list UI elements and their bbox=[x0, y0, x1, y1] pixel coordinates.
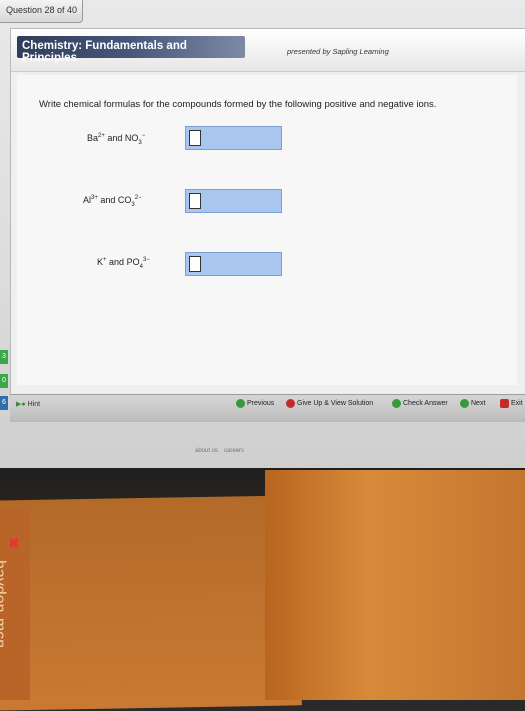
about-us-link[interactable]: about us bbox=[195, 448, 218, 462]
question-item-2: Al3+ and CO32− bbox=[83, 195, 142, 208]
anion-charge: − bbox=[141, 133, 146, 139]
course-banner: Chemistry: Fundamentals and Principles bbox=[17, 36, 245, 64]
anion-symbol: CO bbox=[117, 195, 132, 205]
exit-label: Exit bbox=[511, 400, 523, 407]
next-button[interactable]: Next bbox=[460, 399, 485, 408]
course-title: Chemistry: Fundamentals and Principles bbox=[22, 40, 187, 64]
previous-icon bbox=[236, 399, 245, 408]
question-item-1: Ba2+ and NO3− bbox=[87, 133, 145, 146]
cation-charge: 2+ bbox=[98, 133, 105, 139]
textbook bbox=[0, 495, 302, 711]
anion-symbol: PO bbox=[126, 257, 140, 267]
give-up-icon bbox=[286, 399, 295, 408]
hint-arrow-icon: ▶● bbox=[16, 401, 26, 408]
careers-link[interactable]: careers bbox=[224, 448, 244, 462]
instructions-text: Write chemical formulas for the compound… bbox=[39, 99, 437, 110]
next-label: Next bbox=[471, 400, 486, 407]
previous-label: Previous bbox=[247, 400, 275, 407]
question-toolbar: ▶● Hint Previous Give Up & View Solution… bbox=[10, 394, 525, 421]
exit-button[interactable]: Exit bbox=[500, 399, 523, 408]
answer-box-2[interactable] bbox=[185, 189, 282, 213]
anion-subscript: 3 bbox=[131, 201, 135, 208]
anion-charge: 2− bbox=[134, 195, 142, 201]
hint-label: Hint bbox=[27, 401, 41, 408]
cation-symbol: Al bbox=[83, 195, 92, 205]
book-spine-text: hayden-mcn bbox=[0, 560, 8, 649]
give-up-button[interactable]: Give Up & View Solution bbox=[286, 399, 373, 408]
question-content: Write chemical formulas for the compound… bbox=[17, 75, 517, 385]
question-item-3: K+ and PO43− bbox=[97, 257, 150, 270]
and-label: and bbox=[107, 133, 123, 143]
answer-box-1[interactable] bbox=[185, 126, 282, 150]
monitor-screen: Question 28 of 40 3 0 6 Chemistry: Funda… bbox=[0, 0, 525, 468]
anion-subscript: 4 bbox=[139, 263, 143, 270]
question-panel: Chemistry: Fundamentals and Principles p… bbox=[10, 28, 525, 422]
anion-subscript: 3 bbox=[138, 139, 142, 146]
anion-charge: 3− bbox=[142, 257, 150, 263]
cation-symbol: Ba bbox=[87, 133, 99, 143]
answer-input-2[interactable] bbox=[189, 193, 201, 209]
next-icon bbox=[460, 399, 469, 408]
publisher-logo-icon: ✖ bbox=[8, 535, 20, 551]
cation-charge: 3+ bbox=[91, 195, 98, 201]
check-answer-label: Check Answer bbox=[403, 400, 448, 407]
footer-links: about us careers bbox=[195, 448, 285, 462]
and-label: and bbox=[100, 195, 116, 205]
give-up-label: Give Up & View Solution bbox=[297, 400, 374, 407]
presented-by: presented by Sapling Learning bbox=[287, 47, 389, 56]
previous-button[interactable]: Previous bbox=[236, 399, 274, 408]
check-answer-button[interactable]: Check Answer bbox=[392, 399, 448, 408]
question-tab: Question 28 of 40 bbox=[0, 0, 83, 23]
answer-box-3[interactable] bbox=[185, 252, 282, 276]
book-page bbox=[265, 470, 525, 700]
check-icon bbox=[392, 399, 401, 408]
answer-input-1[interactable] bbox=[189, 130, 201, 146]
panel-header: Chemistry: Fundamentals and Principles p… bbox=[11, 29, 525, 72]
cation-charge: + bbox=[103, 257, 107, 263]
anion-symbol: NO bbox=[124, 133, 139, 143]
answer-input-3[interactable] bbox=[189, 256, 201, 272]
hint-button[interactable]: ▶● Hint bbox=[16, 400, 40, 408]
question-counter: Question 28 of 40 bbox=[6, 5, 78, 15]
and-label: and bbox=[109, 257, 125, 267]
left-edge-strip: 3 0 6 bbox=[0, 350, 8, 420]
exit-icon bbox=[500, 399, 509, 408]
